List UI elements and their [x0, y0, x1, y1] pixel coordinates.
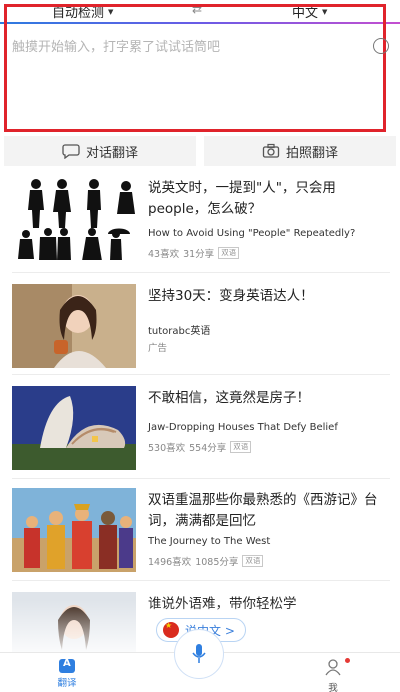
china-flag-icon: [163, 621, 179, 638]
mode-buttons: 对话翻译 拍照翻译: [0, 136, 400, 166]
people-silhouettes-image: [12, 176, 136, 260]
feed-item-meta: 广告: [148, 340, 167, 354]
feed-item[interactable]: 双语重温那些你最熟悉的《西游记》台词，满满都是回忆 The Journey to…: [12, 488, 390, 588]
feed-divider: [12, 272, 390, 273]
voice-input-button[interactable]: [174, 629, 224, 679]
nav-me-label: 我: [328, 683, 338, 692]
feed-divider: [12, 580, 390, 581]
feed-item-subtitle: How to Avoid Using "People" Repeatedly?: [148, 228, 356, 239]
camera-icon: [262, 143, 280, 158]
notification-dot: [345, 658, 350, 663]
feed-item-title: 说英文时，一提到"人"，只会用people，怎么破？: [148, 180, 336, 217]
shares-count: 31分享: [183, 249, 215, 260]
shares-count: 1085分享: [195, 557, 239, 568]
nav-tab-translate[interactable]: 翻译: [52, 655, 82, 689]
bilingual-tag: 双语: [230, 441, 252, 453]
microphone-icon: [192, 644, 206, 663]
feed-item-ad[interactable]: 坚持30天：变身英语达人！ tutorabc英语 广告: [12, 284, 390, 384]
refresh-icon[interactable]: [373, 38, 389, 54]
likes-count: 1496喜欢: [148, 557, 192, 568]
dialog-translate-button[interactable]: 对话翻译: [4, 136, 196, 166]
dialog-translate-label: 对话翻译: [85, 145, 138, 161]
feed-item-title: 坚持30天：变身英语达人！: [148, 288, 314, 304]
photo-translate-button[interactable]: 拍照翻译: [204, 136, 396, 166]
journey-to-the-west-image: [12, 488, 136, 572]
bottom-navigation: 翻译 我: [0, 629, 400, 692]
likes-count: 530喜欢: [148, 443, 186, 454]
feed-item-meta: 530喜欢 554分享 双语: [148, 440, 252, 454]
bilingual-tag: 双语: [242, 555, 264, 567]
feed-item-meta: 1496喜欢 1085分享 双语: [148, 554, 264, 568]
feed-item-subtitle: tutorabc英语: [148, 326, 211, 337]
translation-input-placeholder[interactable]: 触摸开始输入，打字累了试试话筒吧: [12, 36, 352, 55]
feed-item-title: 不敢相信，这竟然是房子！: [148, 390, 310, 406]
nav-tab-me[interactable]: 我: [318, 655, 350, 692]
shares-count: 554分享: [189, 443, 227, 454]
translate-icon: [59, 658, 75, 673]
feed-divider: [12, 374, 390, 375]
translation-input-area[interactable]: [4, 4, 386, 132]
feed-item-subtitle: The Journey to The West: [148, 536, 271, 547]
feed-divider: [12, 478, 390, 479]
feed-item[interactable]: 说英文时，一提到"人"，只会用people，怎么破？ How to Avoid …: [12, 176, 390, 276]
user-icon: [325, 659, 341, 676]
bilingual-tag: 双语: [218, 247, 240, 259]
feed-item-subtitle: Jaw-Dropping Houses That Defy Belief: [148, 422, 338, 433]
woman-photo-image: [12, 284, 136, 368]
feed-item-meta: 43喜欢 31分享 双语: [148, 246, 240, 260]
nav-translate-label: 翻译: [57, 678, 77, 689]
chat-bubble-icon: [62, 144, 80, 159]
feed-item[interactable]: 不敢相信，这竟然是房子！ Jaw-Dropping Houses That De…: [12, 386, 390, 486]
likes-count: 43喜欢: [148, 249, 180, 260]
ad-label: 广告: [148, 343, 168, 354]
feed-item-title: 双语重温那些你最熟悉的《西游记》台词，满满都是回忆: [148, 492, 378, 529]
photo-translate-label: 拍照翻译: [285, 145, 338, 161]
shell-house-image: [12, 386, 136, 470]
